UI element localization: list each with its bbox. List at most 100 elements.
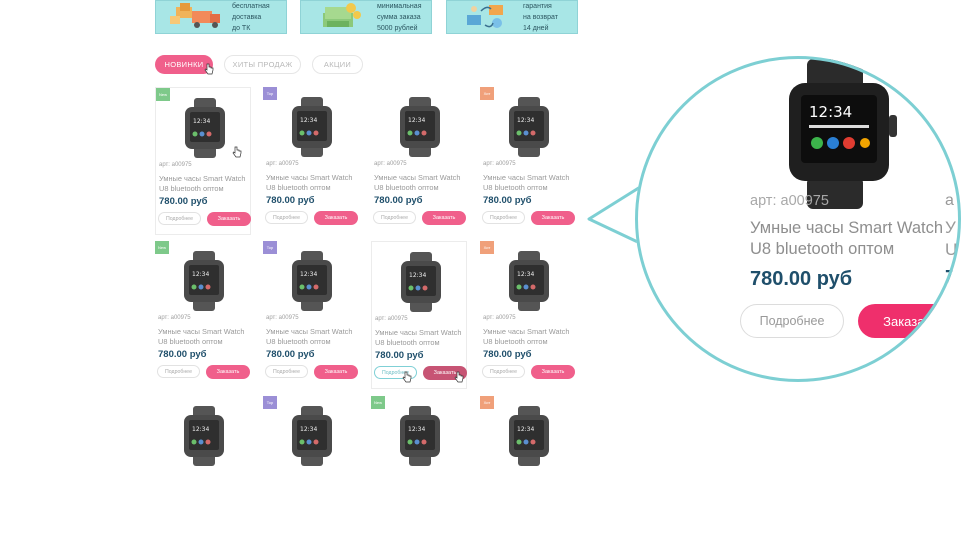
smart-watch-image[interactable]: 12:34 bbox=[287, 406, 337, 466]
smart-watch-image[interactable]: 12:34 bbox=[396, 252, 446, 312]
product-card: 12:34 арт: a00975 Умные часы Smart Watch U8… bbox=[371, 241, 467, 389]
product-name[interactable]: Умные часы Smart Watch U8 bluetooth оптом bbox=[159, 174, 253, 194]
svg-text:12:34: 12:34 bbox=[300, 117, 317, 124]
badge-top: Top bbox=[263, 241, 277, 254]
product-card: New 12:34 арт: a00975 Умные часы Smart Watc… bbox=[155, 87, 251, 235]
feature-return-guarantee: гарантия на возврат 14 дней bbox=[446, 0, 578, 34]
next-card-sku-fragment: a bbox=[945, 192, 954, 209]
smart-watch-image[interactable]: 12:34 bbox=[180, 98, 230, 158]
product-name[interactable]: Умные часы Smart Watch U8 bluetooth оптом bbox=[266, 327, 360, 347]
more-label: Подробнее bbox=[490, 214, 517, 221]
zoom-product-name[interactable]: Умные часы Smart Watch U8 bluetooth опто… bbox=[750, 218, 961, 260]
product-name-line: Умные часы Smart Watch bbox=[483, 173, 570, 182]
smart-watch-image[interactable]: 12:34 bbox=[287, 97, 337, 157]
tab-sales-label: АКЦИИ bbox=[323, 60, 352, 69]
product-name[interactable]: Умные часы Smart Watch U8 bluetooth оптом bbox=[483, 327, 577, 347]
more-button[interactable]: Подробнее bbox=[482, 365, 525, 378]
product-name[interactable]: Умные часы Smart Watch U8 bluetooth оптом bbox=[483, 173, 577, 193]
zoom-sku: арт: a00975 bbox=[750, 193, 829, 209]
product-name-line: Умные часы Smart Watch bbox=[374, 173, 461, 182]
more-label: Подробнее bbox=[165, 368, 192, 375]
order-label: Заказать bbox=[217, 216, 241, 222]
more-button[interactable]: Подробнее bbox=[265, 365, 308, 378]
badge-new: New bbox=[156, 88, 170, 101]
svg-text:12:34: 12:34 bbox=[517, 271, 534, 278]
product-name[interactable]: Умные часы Smart Watch U8 bluetooth оптом bbox=[266, 173, 360, 193]
product-name-line: U8 bluetooth оптом bbox=[375, 338, 440, 347]
order-button[interactable]: Заказать bbox=[531, 365, 575, 379]
product-name-line: U8 bluetooth оптом bbox=[374, 183, 439, 192]
product-name[interactable]: Умные часы Smart Watch U8 bluetooth оптом bbox=[374, 173, 468, 193]
svg-text:12:34: 12:34 bbox=[517, 426, 534, 433]
feature-line: сумма заказа bbox=[377, 14, 421, 21]
svg-text:12:34: 12:34 bbox=[300, 271, 317, 278]
product-name-line: U8 bluetooth оптом bbox=[483, 183, 548, 192]
feature-line: на возврат bbox=[523, 14, 558, 21]
svg-text:12:34: 12:34 bbox=[408, 426, 425, 433]
next-card-price-fragment: 7 bbox=[945, 267, 957, 289]
order-button[interactable]: Заказать bbox=[207, 212, 251, 226]
feature-line: доставка bbox=[232, 14, 262, 21]
more-button[interactable]: Подробнее bbox=[157, 365, 200, 378]
tab-hits[interactable]: ХИТЫ ПРОДАЖ bbox=[224, 55, 301, 74]
product-sku: арт: a00975 bbox=[375, 316, 408, 322]
zoom-order-label: Заказать bbox=[883, 313, 937, 329]
hand-cursor-icon bbox=[454, 371, 464, 383]
order-button[interactable]: Заказать bbox=[314, 365, 358, 379]
more-button[interactable]: Подробнее bbox=[373, 211, 416, 224]
product-name-line: U8 bluetooth оптом bbox=[158, 337, 223, 346]
more-button[interactable]: Подробнее bbox=[158, 212, 201, 225]
product-sku: арт: a00975 bbox=[266, 161, 299, 167]
product-name-line: U8 bluetooth оптом bbox=[483, 337, 548, 346]
product-sku: арт: a00975 bbox=[266, 315, 299, 321]
order-button[interactable]: Заказать bbox=[206, 365, 250, 379]
order-button[interactable]: Заказать bbox=[314, 211, 358, 225]
more-button[interactable]: Подробнее bbox=[482, 211, 525, 224]
feature-free-delivery-text: бесплатная доставка до ТК bbox=[232, 1, 270, 34]
smart-watch-image[interactable]: 12:34 bbox=[504, 251, 554, 311]
zoom-name-line: Умные часы Smart Watch bbox=[750, 219, 944, 237]
smart-watch-image[interactable]: 12:34 bbox=[179, 406, 229, 466]
smart-watch-image[interactable]: 12:34 bbox=[395, 406, 445, 466]
smart-watch-image[interactable]: 12:34 bbox=[395, 97, 445, 157]
zoom-name-line: U8 bluetooth оптом bbox=[750, 240, 895, 258]
product-sku: арт: a00975 bbox=[483, 315, 516, 321]
product-sku: арт: a00975 bbox=[159, 162, 192, 168]
badge-hit: Хит bbox=[480, 396, 494, 409]
order-label: Заказать bbox=[216, 369, 240, 375]
svg-text:12:34: 12:34 bbox=[517, 117, 534, 124]
order-button[interactable]: Заказать bbox=[531, 211, 575, 225]
smart-watch-image[interactable]: 12:34 bbox=[287, 251, 337, 311]
more-label: Подробнее bbox=[166, 215, 193, 222]
product-name-line: Умные часы Smart Watch bbox=[158, 327, 245, 336]
order-button[interactable]: Заказать bbox=[422, 211, 466, 225]
product-name[interactable]: Умные часы Smart Watch U8 bluetooth оптом bbox=[375, 328, 469, 348]
smart-watch-image[interactable]: 12:34 bbox=[504, 97, 554, 157]
product-card: Хит 12:34 bbox=[480, 396, 576, 544]
hand-cursor-icon bbox=[232, 146, 242, 158]
more-button[interactable]: Подробнее bbox=[265, 211, 308, 224]
feature-line: гарантия bbox=[523, 3, 552, 10]
product-card: Хит 12:34 арт: a00975 Умные часы Smart Watc… bbox=[480, 87, 576, 235]
badge-top: Top bbox=[263, 396, 277, 409]
product-sku: арт: a00975 bbox=[483, 161, 516, 167]
zoom-order-button[interactable]: Заказать bbox=[858, 304, 961, 338]
tab-sales[interactable]: АКЦИИ bbox=[312, 55, 363, 74]
product-sku: арт: a00975 bbox=[158, 315, 191, 321]
feature-line: 5000 рублей bbox=[377, 25, 418, 32]
zoom-circle: 12:34 арт: a00975 Умные часы Smart Watch… bbox=[635, 56, 961, 382]
zoom-more-button[interactable]: Подробнее bbox=[740, 304, 844, 338]
more-label: Подробнее bbox=[490, 368, 517, 375]
tab-new-label: НОВИНКИ bbox=[164, 60, 204, 69]
product-name-line: Умные часы Smart Watch bbox=[266, 173, 353, 182]
product-price: 780.00 руб bbox=[266, 349, 315, 360]
product-name[interactable]: Умные часы Smart Watch U8 bluetooth оптом bbox=[158, 327, 252, 347]
smart-watch-image[interactable]: 12:34 bbox=[179, 251, 229, 311]
smart-watch-image[interactable]: 12:34 bbox=[504, 406, 554, 466]
product-price: 780.00 руб bbox=[375, 350, 424, 361]
product-card: New 12:34 bbox=[371, 396, 467, 544]
product-name-line: Умные часы Smart Watch bbox=[483, 327, 570, 336]
product-name-line: U8 bluetooth оптом bbox=[159, 184, 224, 193]
svg-text:12:34: 12:34 bbox=[409, 272, 426, 279]
product-price: 780.00 руб bbox=[374, 195, 423, 206]
